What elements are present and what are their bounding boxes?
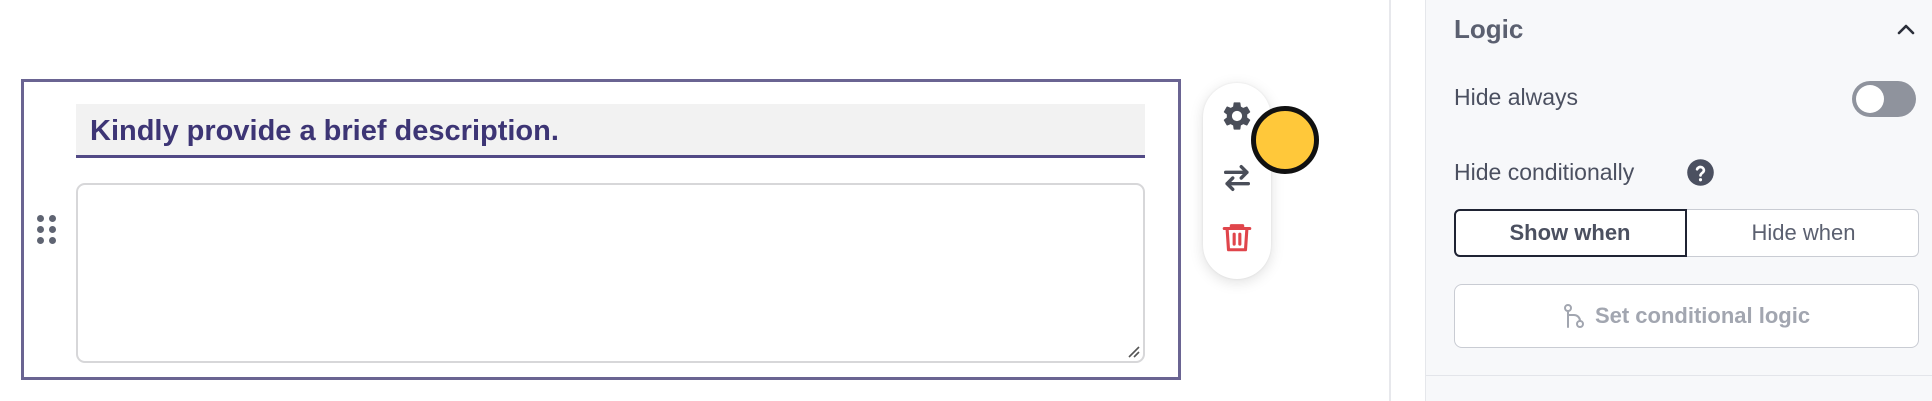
section-divider bbox=[1426, 375, 1932, 376]
hide-when-option[interactable]: Hide when bbox=[1687, 209, 1920, 257]
swap-icon[interactable] bbox=[1220, 161, 1254, 195]
trash-icon[interactable] bbox=[1220, 220, 1254, 254]
cursor-indicator bbox=[1251, 106, 1319, 174]
resize-grip-icon[interactable] bbox=[1126, 344, 1140, 358]
help-icon[interactable] bbox=[1686, 158, 1715, 187]
hide-always-label: Hide always bbox=[1454, 84, 1578, 110]
hide-always-toggle[interactable] bbox=[1852, 81, 1916, 117]
set-conditional-logic-label: Set conditional logic bbox=[1594, 303, 1811, 328]
chevron-up-icon[interactable] bbox=[1894, 18, 1918, 42]
set-conditional-logic-button[interactable]: Set conditional logic bbox=[1454, 284, 1919, 348]
answer-textarea[interactable] bbox=[76, 183, 1145, 363]
logic-settings-panel: Logic Hide always Hide conditionally Sho… bbox=[1426, 0, 1932, 401]
toggle-knob bbox=[1856, 85, 1884, 113]
branch-icon bbox=[1563, 304, 1584, 328]
hide-conditionally-label: Hide conditionally bbox=[1454, 159, 1635, 185]
gear-icon[interactable] bbox=[1220, 99, 1254, 133]
question-block[interactable]: Kindly provide a brief description. bbox=[21, 79, 1181, 380]
form-canvas: Kindly provide a brief description. bbox=[0, 0, 1389, 401]
block-toolbar bbox=[1203, 83, 1271, 279]
condition-mode-switch: Show when Hide when bbox=[1453, 208, 1920, 257]
logic-section-title: Logic bbox=[1454, 14, 1524, 44]
panel-gutter bbox=[1391, 0, 1425, 401]
drag-handle-icon[interactable] bbox=[37, 215, 59, 245]
question-title-input[interactable]: Kindly provide a brief description. bbox=[76, 104, 1145, 158]
show-when-option[interactable]: Show when bbox=[1453, 208, 1687, 257]
